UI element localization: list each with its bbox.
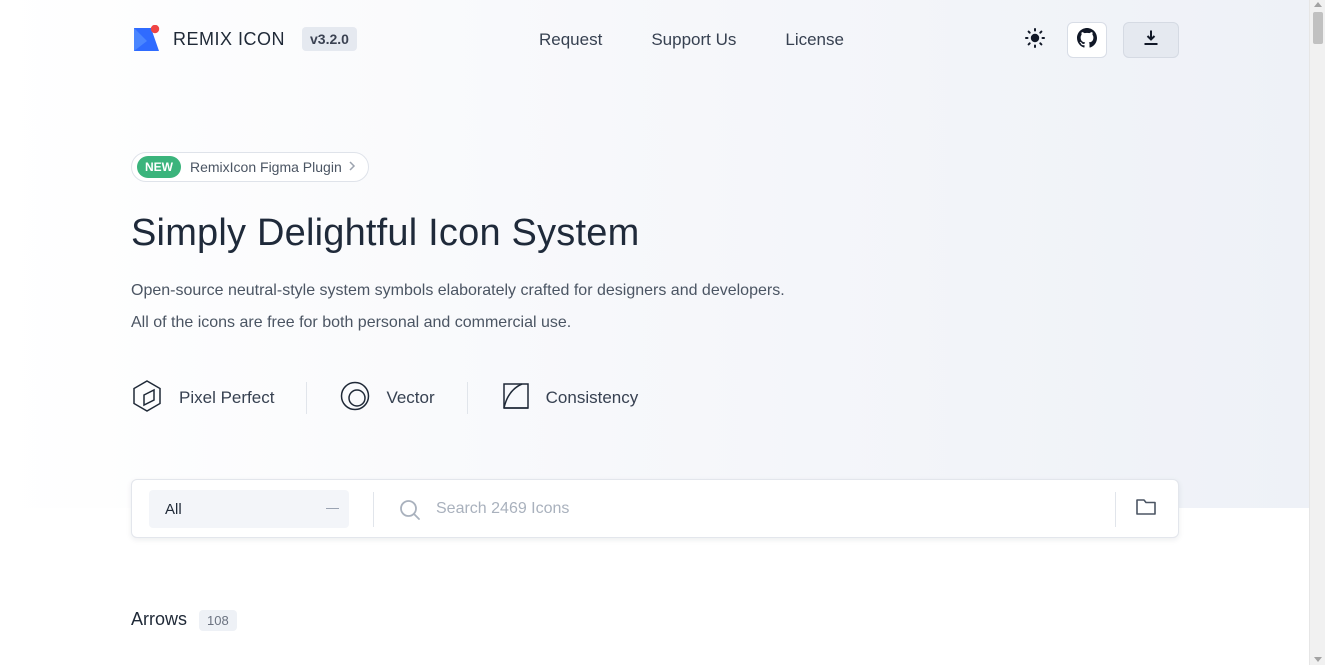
- new-badge: NEW: [137, 156, 181, 178]
- nav-license[interactable]: License: [785, 30, 844, 50]
- figma-plugin-link[interactable]: NEW RemixIcon Figma Plugin: [131, 152, 369, 182]
- github-icon: [1077, 27, 1097, 53]
- feature-label: Consistency: [545, 388, 639, 407]
- folder-icon[interactable]: [1135, 497, 1157, 522]
- circles-icon: [340, 381, 370, 416]
- logo[interactable]: REMIX ICON v3.2.0: [133, 24, 357, 53]
- divider: [466, 382, 468, 414]
- description-line-2: All of the icons are free for both perso…: [131, 314, 572, 331]
- section-count-badge: 108: [199, 610, 237, 631]
- category-value: All: [165, 501, 182, 518]
- feature-label: Pixel Perfect: [179, 388, 275, 407]
- download-button[interactable]: [1123, 22, 1179, 58]
- version-badge: v3.2.0: [302, 27, 357, 51]
- divider: [373, 492, 374, 527]
- divider: [1115, 492, 1116, 527]
- main-nav: Request Support Us License: [539, 30, 893, 50]
- section-title: Arrows: [131, 609, 188, 629]
- grid-curve-icon: [502, 382, 530, 415]
- sun-icon: [1025, 27, 1045, 53]
- remix-logo-icon: [133, 24, 161, 53]
- nav-request[interactable]: Request: [539, 30, 602, 50]
- page: REMIX ICON v3.2.0 Request Support Us Lic…: [0, 0, 1309, 665]
- category-select[interactable]: All: [149, 490, 349, 528]
- scroll-thumb[interactable]: [1313, 12, 1323, 44]
- page-title: Simply Delightful Icon System: [131, 212, 640, 254]
- search-input[interactable]: [436, 494, 1096, 524]
- feature-pixel-perfect: Pixel Perfect: [131, 379, 274, 418]
- description-line-1: Open-source neutral-style system symbols…: [131, 282, 785, 299]
- scroll-up-arrow-icon[interactable]: [1314, 2, 1322, 7]
- chevron-right-icon: [348, 158, 356, 176]
- theme-toggle-button[interactable]: [1017, 22, 1053, 58]
- scroll-down-arrow-icon[interactable]: [1314, 657, 1322, 662]
- search-bar: All: [131, 479, 1179, 538]
- scrollbar[interactable]: [1309, 0, 1325, 665]
- feature-list: Pixel Perfect Vector Consistency: [131, 379, 639, 418]
- nav-support-us[interactable]: Support Us: [651, 30, 736, 50]
- github-button[interactable]: [1067, 22, 1107, 58]
- logo-name: REMIX ICON: [173, 28, 286, 49]
- cube-icon: [131, 379, 163, 418]
- feature-consistency: Consistency: [502, 382, 639, 415]
- feature-vector: Vector: [340, 381, 435, 416]
- divider: [306, 382, 308, 414]
- download-icon: [1143, 30, 1159, 51]
- feature-label: Vector: [386, 388, 435, 407]
- search-icon: [399, 499, 421, 526]
- plugin-text: RemixIcon Figma Plugin: [190, 159, 342, 175]
- dropdown-indicator-icon: [326, 508, 339, 509]
